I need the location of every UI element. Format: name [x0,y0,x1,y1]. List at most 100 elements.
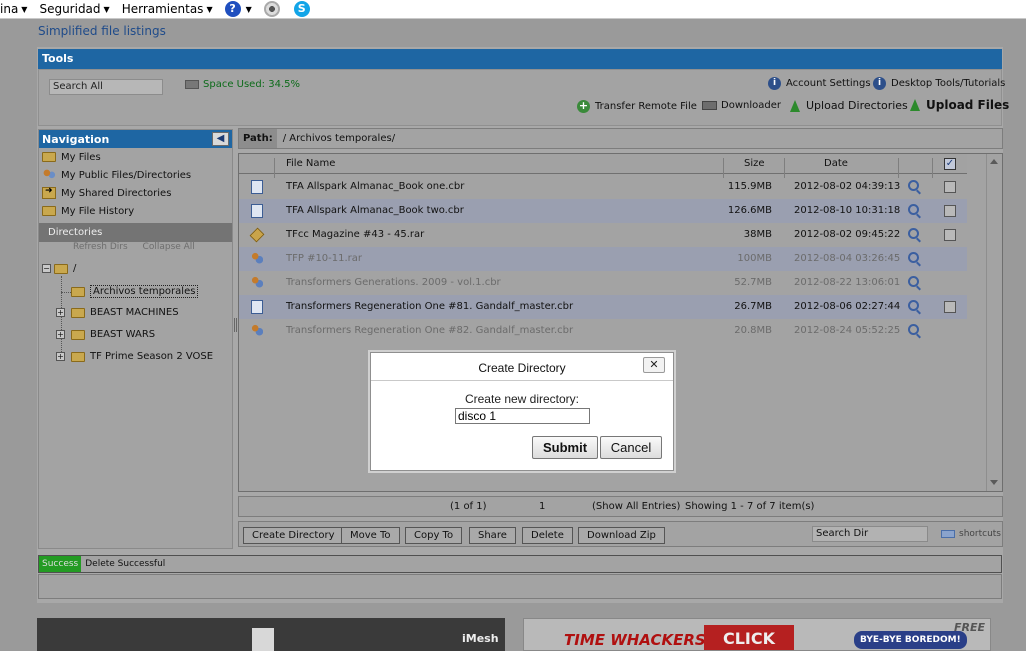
nav-item-public-files[interactable]: My Public Files/Directories [39,166,232,184]
downloader-icon [702,101,717,110]
create-directory-button[interactable]: Create Directory [243,527,344,544]
magnifier-icon[interactable] [908,300,919,311]
magnifier-icon[interactable] [908,276,919,287]
scroll-up-icon[interactable] [990,159,998,164]
pager-page[interactable]: 1 [539,501,545,512]
close-icon[interactable]: ✕ [643,357,665,373]
magnifier-icon[interactable] [908,228,919,239]
collapse-all-link[interactable]: Collapse All [143,242,195,252]
magnifier-icon[interactable] [908,252,919,263]
space-used-label: Space Used: 34.5% [203,79,300,90]
tree-node-root[interactable]: − / [42,263,76,274]
expand-toggle-icon[interactable]: + [56,308,65,317]
action-toolbar: Create Directory Move To Copy To Share D… [238,521,1003,547]
nav-item-my-files[interactable]: My Files [39,148,232,166]
account-settings-label: Account Settings [786,78,871,89]
magnifier-icon[interactable] [908,324,919,335]
info-icon: i [768,77,781,90]
nav-item-shared-directories[interactable]: My Shared Directories [39,184,232,202]
upload-directories-label: Upload Directories [806,99,908,112]
table-row[interactable]: Transformers Regeneration One #81. Ganda… [239,295,967,319]
file-name-cell[interactable]: TFA Allspark Almanac_Book one.cbr [286,181,464,192]
table-row[interactable]: Transformers Regeneration One #82. Ganda… [239,319,967,343]
refresh-dirs-link[interactable]: Refresh Dirs [73,242,128,252]
downloader-link[interactable]: Downloader [702,100,781,111]
directories-header: Directories [39,223,232,242]
file-name-cell[interactable]: Transformers Regeneration One #82. Ganda… [286,325,573,336]
page-title[interactable]: Simplified file listings [38,24,166,38]
account-settings-link[interactable]: i Account Settings [768,77,871,90]
upload-directories-link[interactable]: Upload Directories [790,99,908,112]
expand-toggle-icon[interactable]: + [56,352,65,361]
expand-toggle-icon[interactable]: + [56,330,65,339]
menu-tools[interactable]: Herramientas ▼ [122,2,213,16]
cancel-button[interactable]: Cancel [600,436,662,459]
tree-node-beast-machines[interactable]: + BEAST MACHINES [56,307,179,318]
column-size[interactable]: Size [744,158,765,169]
file-name-cell[interactable]: Transformers Generations. 2009 - vol.1.c… [286,277,501,288]
table-row[interactable]: TFA Allspark Almanac_Book two.cbr 126.6MB… [239,199,967,223]
dialog-title: Create Directory [371,353,673,381]
show-all-link[interactable]: (Show All Entries) [592,501,680,512]
copy-to-button[interactable]: Copy To [405,527,463,544]
vertical-scrollbar[interactable] [986,154,1002,491]
chevron-down-icon: ▼ [245,4,252,14]
browser-command-bar: ina ▼ Seguridad ▼ Herramientas ▼ ? ▼ S [0,0,1026,19]
file-date-cell: 2012-08-06 02:27:44 [794,301,901,312]
ad-click-button[interactable]: CLICK [704,625,794,650]
row-checkbox[interactable] [944,205,956,217]
research-button[interactable] [263,1,282,17]
tree-node-beast-wars[interactable]: + BEAST WARS [56,329,155,340]
help-menu[interactable]: ? ▼ [224,1,252,17]
select-all-checkbox[interactable]: ✓ [944,158,956,170]
menu-security[interactable]: Seguridad ▼ [39,2,109,16]
ad-banner-left[interactable]: iMesh [37,618,505,651]
column-date[interactable]: Date [824,158,848,169]
nav-item-file-history[interactable]: My File History [39,202,232,220]
table-row[interactable]: Transformers Generations. 2009 - vol.1.c… [239,271,967,295]
column-file-name[interactable]: File Name [286,158,335,169]
ad-banner-right[interactable]: TIME WHACKERS CLICK BYE-BYE BOREDOM! FRE… [523,618,991,651]
share-button[interactable]: Share [469,527,516,544]
menu-page[interactable]: ina ▼ [0,2,27,16]
search-all-input[interactable]: Search All [49,79,163,95]
move-to-button[interactable]: Move To [341,527,400,544]
scroll-down-icon[interactable] [990,480,998,485]
tree-node-tf-prime[interactable]: + TF Prime Season 2 VOSE [56,351,213,362]
tree-node-archivos-temporales[interactable]: Archivos temporales [71,285,199,298]
upload-files-label: Upload Files [926,98,1010,112]
table-row[interactable]: TFcc Magazine #43 - 45.rar 38MB 2012-08-02… [239,223,967,247]
tree-node-label: Archivos temporales [90,285,199,298]
download-zip-button[interactable]: Download Zip [578,527,665,544]
file-name-cell[interactable]: TFcc Magazine #43 - 45.rar [286,229,424,240]
space-used: Space Used: 34.5% [185,79,300,90]
file-name-cell[interactable]: TFP #10-11.rar [286,253,362,264]
nav-item-label: My File History [61,205,135,217]
search-dir-input[interactable]: Search Dir [812,526,928,542]
help-icon: ? [224,1,241,17]
table-row[interactable]: TFP #10-11.rar 100MB 2012-08-04 03:26:45 [239,247,967,271]
path-bar: Path: / Archivos temporales/ [238,128,1003,149]
transfer-remote-file-link[interactable]: + Transfer Remote File [577,100,697,113]
delete-button[interactable]: Delete [522,527,573,544]
chevron-down-icon: ▼ [21,4,28,14]
desktop-tools-link[interactable]: i Desktop Tools/Tutorials [873,77,1005,90]
disk-icon [185,80,199,89]
submit-button[interactable]: Submit [532,436,598,459]
file-name-cell[interactable]: Transformers Regeneration One #81. Ganda… [286,301,573,312]
collapse-panel-button[interactable]: ◀ [212,132,229,146]
shared-users-icon [251,324,263,338]
table-row[interactable]: TFA Allspark Almanac_Book one.cbr 115.9MB… [239,175,967,199]
upload-files-link[interactable]: Upload Files [910,98,1009,112]
row-checkbox[interactable] [944,181,956,193]
collapse-toggle-icon[interactable]: − [42,264,51,273]
panel-resize-handle[interactable] [234,318,237,332]
magnifier-icon[interactable] [908,180,919,191]
row-checkbox[interactable] [944,229,956,241]
skype-button[interactable]: S [293,1,312,17]
magnifier-icon[interactable] [908,204,919,215]
shortcuts-link[interactable]: shortcuts [941,529,1001,539]
row-checkbox[interactable] [944,301,956,313]
directory-name-input[interactable] [455,408,590,424]
file-name-cell[interactable]: TFA Allspark Almanac_Book two.cbr [286,205,464,216]
